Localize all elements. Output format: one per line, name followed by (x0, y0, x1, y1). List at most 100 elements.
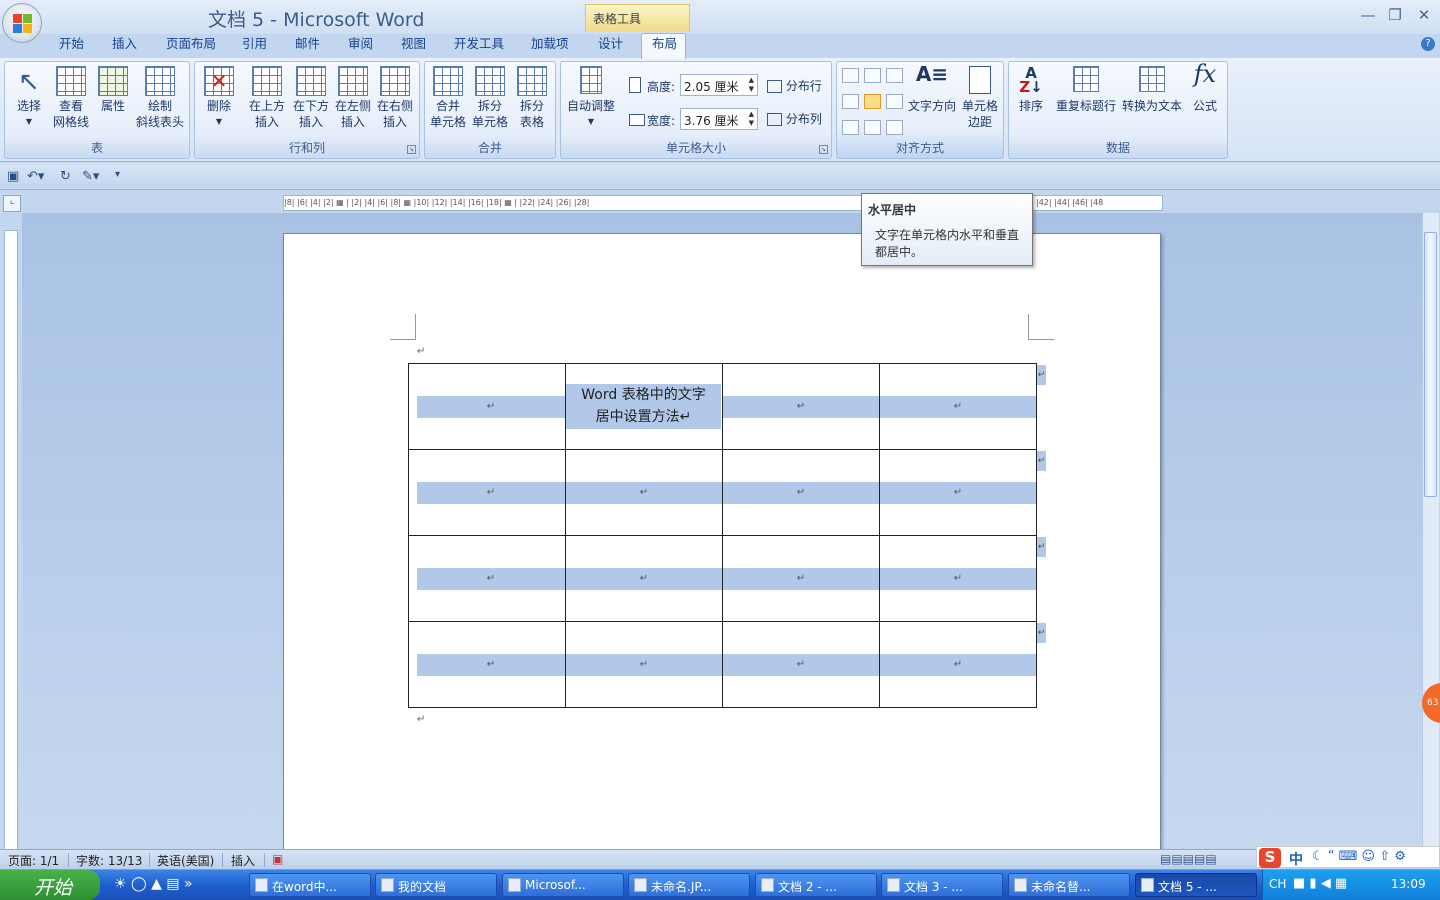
close-icon[interactable]: ✕ (1414, 6, 1434, 24)
taskbar-item[interactable]: 我的文档 (375, 873, 497, 897)
quick-launch-icons[interactable]: ☀ ◯ ▲ ▤ » (114, 876, 193, 892)
table-cell[interactable]: ↵ (722, 621, 880, 708)
status-page[interactable]: 页面: 1/1 (8, 852, 59, 869)
height-input[interactable]: 2.05 厘米 ▲ ▼ (680, 74, 758, 96)
restore-icon[interactable]: ❐ (1385, 6, 1405, 24)
spin-arrows-icon[interactable]: ▲ ▼ (749, 76, 754, 94)
undo-icon[interactable]: ↶▾ (27, 169, 44, 184)
table-cell[interactable]: ↵ (565, 449, 723, 536)
width-input[interactable]: 3.76 厘米 ▲ ▼ (680, 108, 758, 130)
sort-button[interactable]: A Z↓ 排序 (1013, 66, 1049, 114)
insert-above-label-1: 在上方 (248, 99, 285, 113)
align-bottom-center-icon[interactable] (864, 120, 881, 135)
table-cell[interactable]: ↵ (722, 449, 880, 536)
ime-tools-icon[interactable]: ☾ “ ⌨ ☺ ⇧ ⚙ (1312, 849, 1406, 864)
align-top-center-icon[interactable] (864, 68, 881, 83)
repeat-header-rows-button[interactable]: 重复标题行 (1053, 66, 1119, 114)
taskbar-item[interactable]: 未命名.JP... (628, 873, 750, 897)
table-cell[interactable]: ↵ (408, 363, 566, 450)
distribute-columns-button[interactable]: 分布列 (767, 111, 829, 127)
taskbar-item[interactable]: 文档 3 - ... (881, 873, 1003, 897)
tab-view[interactable]: 视图 (401, 33, 426, 52)
convert-to-text-button[interactable]: 转换为文本 (1119, 66, 1185, 114)
distribute-rows-button[interactable]: 分布行 (767, 78, 829, 94)
table-cell[interactable]: ↵ (408, 449, 566, 536)
tab-design[interactable]: 设计 (598, 33, 623, 52)
tab-addins[interactable]: 加载项 (531, 33, 569, 52)
insert-below-button[interactable]: 在下方 插入 (289, 66, 333, 130)
view-buttons-icon[interactable]: ▤▤▤▤▤ (1160, 852, 1217, 866)
rows-columns-launcher-icon[interactable]: ↘ (407, 145, 416, 154)
align-top-left-icon[interactable] (842, 68, 859, 83)
status-language[interactable]: 英语(美国) (157, 852, 214, 869)
vertical-ruler[interactable] (4, 230, 18, 850)
view-gridlines-button[interactable]: 查看 网格线 (49, 66, 93, 130)
redo-icon[interactable]: ↻ (60, 169, 71, 184)
align-bottom-left-icon[interactable] (842, 120, 859, 135)
taskbar-item[interactable]: Microsof... (502, 873, 624, 897)
table-cell[interactable]: ↵ (879, 363, 1037, 450)
taskbar-item-active[interactable]: 文档 5 - ... (1135, 873, 1257, 897)
macro-record-icon[interactable]: ▣ (272, 852, 283, 866)
tab-layout[interactable]: 布局 (652, 33, 677, 52)
text-direction-button[interactable]: A≡ 文字方向 (907, 64, 957, 114)
align-middle-right-icon[interactable] (886, 94, 903, 109)
format-painter-icon[interactable]: ✎▾ (82, 169, 99, 184)
align-middle-left-icon[interactable] (842, 94, 859, 109)
table-cell[interactable]: ↵ (565, 535, 723, 622)
office-button[interactable] (2, 3, 42, 43)
scrollbar-thumb[interactable] (1424, 232, 1437, 497)
taskbar-item[interactable]: 在word中... (249, 873, 371, 897)
tab-review[interactable]: 审阅 (348, 33, 373, 52)
properties-button[interactable]: 属性 (93, 66, 133, 114)
table-cell[interactable]: ↵ (408, 621, 566, 708)
autofit-button[interactable]: 自动调整 ▼ (563, 66, 619, 130)
minimize-icon[interactable]: — (1358, 6, 1378, 24)
cell-margins-button[interactable]: 单元格 边距 (959, 66, 1001, 130)
customize-toolbar-icon[interactable]: ▾ (115, 169, 120, 180)
table-cell[interactable]: ↵ (879, 449, 1037, 536)
tab-home[interactable]: 开始 (59, 33, 84, 52)
cell-size-launcher-icon[interactable]: ↘ (819, 145, 828, 154)
status-word-count[interactable]: 字数: 13/13 (76, 852, 142, 869)
start-button[interactable]: 开始 (0, 870, 100, 900)
draw-diagonal-header-button[interactable]: 绘制 斜线表头 (133, 66, 187, 130)
tab-developer[interactable]: 开发工具 (454, 33, 504, 52)
insert-above-button[interactable]: 在上方 插入 (245, 66, 289, 130)
help-icon[interactable]: ? (1421, 37, 1435, 51)
align-top-right-icon[interactable] (886, 68, 903, 83)
status-insert-mode[interactable]: 插入 (231, 852, 255, 869)
align-center-icon[interactable] (864, 94, 881, 109)
delete-button[interactable]: ✕ 删除 ▼ (199, 66, 239, 130)
insert-left-button[interactable]: 在左侧 插入 (331, 66, 375, 130)
table-cell[interactable]: ↵ (879, 535, 1037, 622)
table-cell[interactable]: ↵ (722, 535, 880, 622)
tab-insert[interactable]: 插入 (112, 33, 137, 52)
taskbar-item[interactable]: 未命名替... (1008, 873, 1130, 897)
table-cell[interactable]: ↵ (565, 621, 723, 708)
table-cell[interactable]: ↵ (408, 535, 566, 622)
tab-selector-icon[interactable]: ⌞ (3, 195, 21, 212)
merge-cells-button[interactable]: 合并 单元格 (427, 66, 469, 130)
align-bottom-right-icon[interactable] (886, 120, 903, 135)
select-button[interactable]: ↖ 选择 ▼ (9, 66, 49, 130)
insert-right-button[interactable]: 在右侧 插入 (373, 66, 417, 130)
tab-references[interactable]: 引用 (242, 33, 267, 52)
table-cell[interactable]: Word 表格中的文字 居中设置方法↵ (565, 363, 723, 450)
document-table[interactable]: ↵ Word 表格中的文字 居中设置方法↵ ↵ ↵ ↵ ↵ ↵ ↵ ↵ ↵ ↵ … (408, 363, 1037, 708)
ime-toolbar[interactable]: S 中 ☾ “ ⌨ ☺ ⇧ ⚙ (1256, 846, 1440, 868)
ime-mode[interactable]: 中 (1289, 849, 1303, 869)
spin-arrows-icon[interactable]: ▲ ▼ (749, 110, 754, 128)
formula-button[interactable]: fx 公式 (1185, 62, 1225, 114)
tray-icons[interactable]: ■ ▮ ◀ ▦ (1293, 876, 1347, 891)
save-icon[interactable]: ▣ (7, 169, 19, 184)
table-cell[interactable]: ↵ (879, 621, 1037, 708)
table-cell[interactable]: ↵ (722, 363, 880, 450)
tab-page-layout[interactable]: 页面布局 (166, 33, 216, 52)
ribbon-tabs: 开始 插入 页面布局 引用 邮件 审阅 视图 开发工具 加载项 设计 布局 (46, 33, 746, 57)
input-language[interactable]: CH (1269, 877, 1286, 891)
split-cells-button[interactable]: 拆分 单元格 (469, 66, 511, 130)
tab-mailings[interactable]: 邮件 (295, 33, 320, 52)
taskbar-item[interactable]: 文档 2 - ... (755, 873, 877, 897)
split-table-button[interactable]: 拆分 表格 (511, 66, 553, 130)
